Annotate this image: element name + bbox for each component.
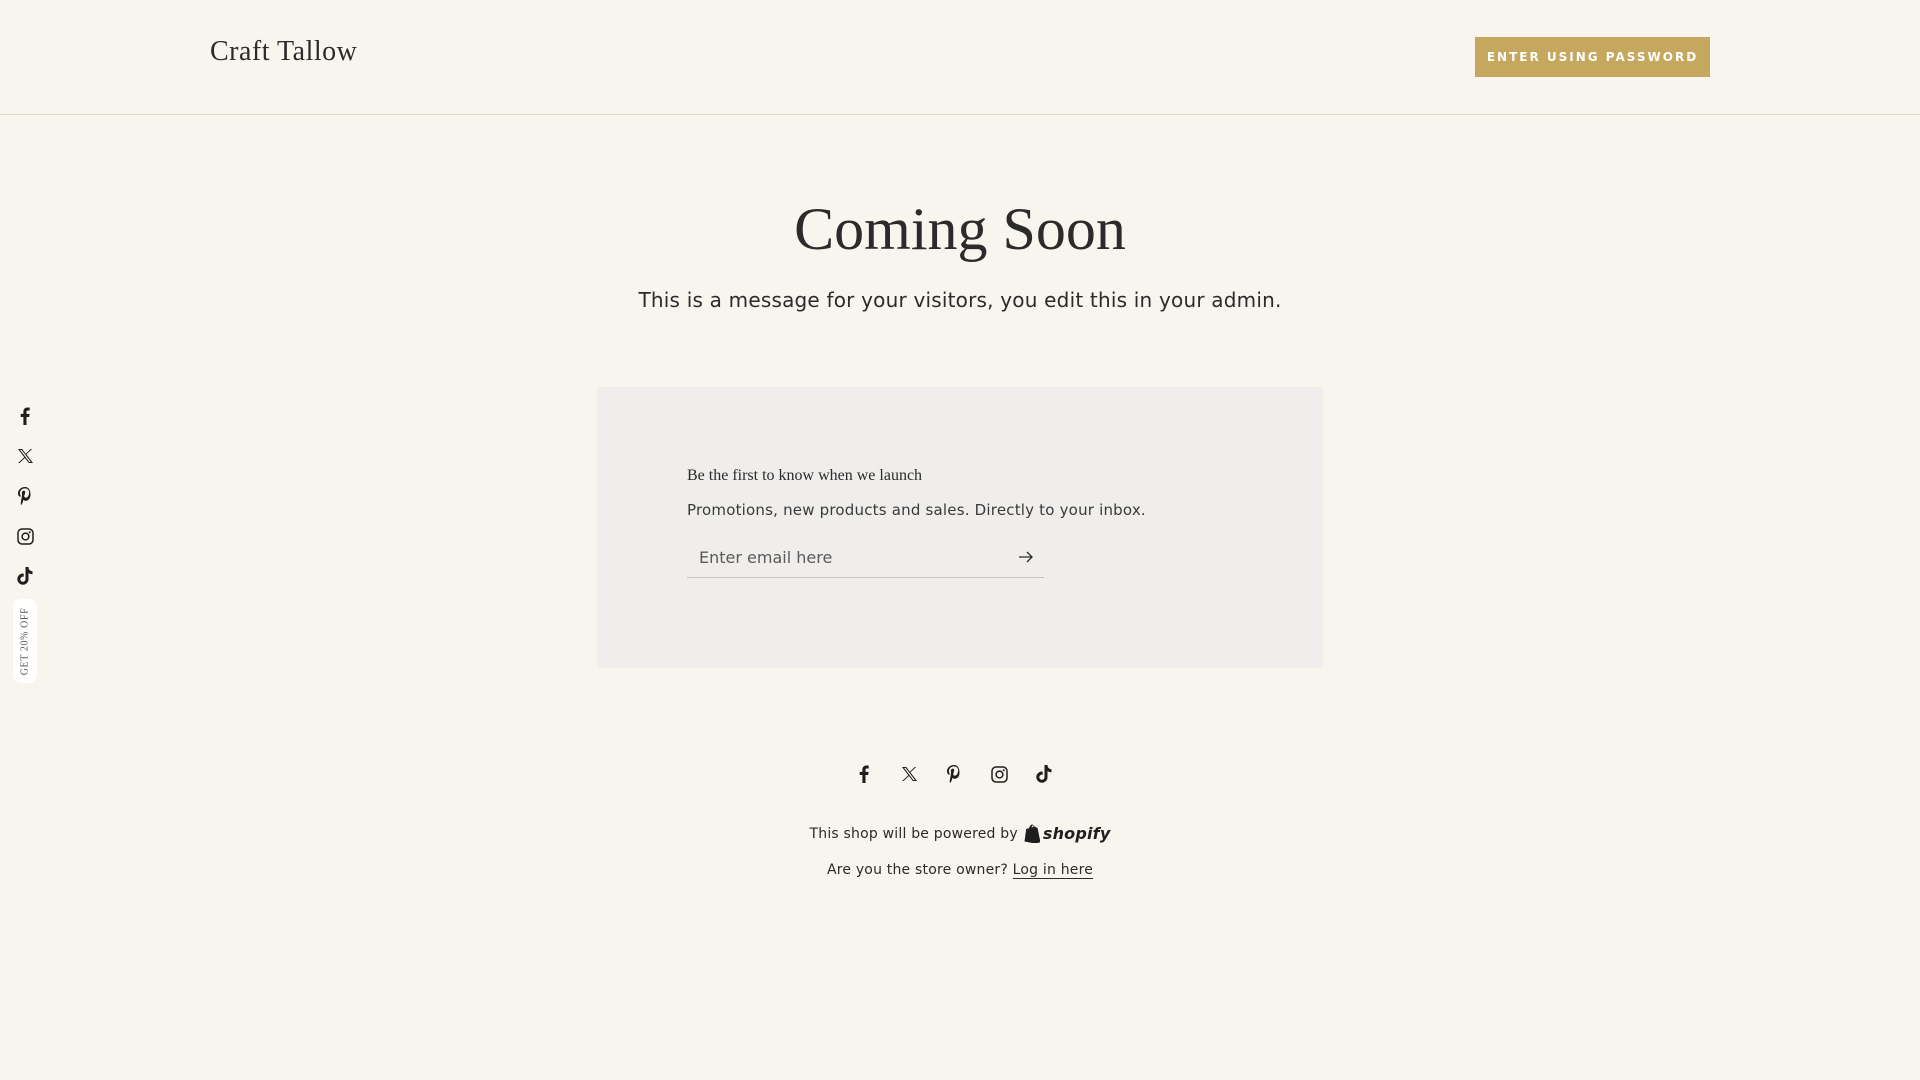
tiktok-icon	[1036, 765, 1052, 783]
enter-using-password-button[interactable]: ENTER USING PASSWORD	[1475, 37, 1710, 77]
x-icon	[901, 766, 918, 782]
footer-x-link[interactable]	[896, 761, 922, 787]
shopify-logo-link[interactable]: shopify	[1024, 824, 1111, 843]
footer-instagram-link[interactable]	[986, 761, 1012, 787]
side-instagram-link[interactable]	[12, 523, 38, 549]
side-facebook-link[interactable]	[12, 403, 38, 429]
facebook-icon	[17, 407, 33, 425]
footer-tiktok-link[interactable]	[1031, 761, 1057, 787]
side-tiktok-link[interactable]	[12, 563, 38, 589]
footer-social-links	[851, 761, 1057, 787]
discount-popup-tab[interactable]: GET 20% OFF	[13, 599, 37, 683]
shopify-wordmark: shopify	[1042, 824, 1111, 843]
footer-facebook-link[interactable]	[851, 761, 877, 787]
password-page: Craft Tallow ENTER USING PASSWORD Coming…	[0, 0, 1920, 1080]
subscribe-submit-button[interactable]	[1014, 545, 1038, 569]
login-link[interactable]: Log in here	[1012, 862, 1094, 879]
visitor-message: This is a message for your visitors, you…	[638, 288, 1282, 312]
powered-by-line: This shop will be powered by shopify	[0, 824, 1920, 843]
owner-prompt-text: Are you the store owner?	[826, 862, 1008, 878]
pinterest-icon	[18, 487, 32, 505]
shopify-bag-icon	[1024, 824, 1040, 843]
store-logo[interactable]: Craft Tallow	[210, 36, 357, 68]
side-social-links	[12, 403, 38, 603]
tiktok-icon	[17, 567, 33, 585]
side-pinterest-link[interactable]	[12, 483, 38, 509]
newsletter-heading: Be the first to know when we launch	[687, 467, 923, 484]
facebook-icon	[857, 765, 871, 783]
footer-pinterest-link[interactable]	[941, 761, 967, 787]
store-owner-line: Are you the store owner? Log in here	[0, 862, 1920, 879]
powered-by-text: This shop will be powered by	[809, 825, 1018, 842]
email-field[interactable]	[687, 537, 997, 577]
discount-tab-label: GET 20% OFF	[19, 607, 31, 675]
email-field-wrapper	[687, 537, 1044, 578]
newsletter-subheading: Promotions, new products and sales. Dire…	[687, 501, 1146, 519]
arrow-right-icon	[1018, 551, 1034, 563]
side-x-link[interactable]	[12, 443, 38, 469]
pinterest-icon	[947, 765, 961, 783]
site-header: Craft Tallow ENTER USING PASSWORD	[0, 0, 1920, 115]
newsletter-card: Be the first to know when we launch Prom…	[597, 387, 1323, 668]
page-title: Coming Soon	[794, 196, 1126, 262]
x-icon	[17, 448, 34, 464]
instagram-icon	[990, 765, 1008, 783]
instagram-icon	[16, 527, 34, 545]
